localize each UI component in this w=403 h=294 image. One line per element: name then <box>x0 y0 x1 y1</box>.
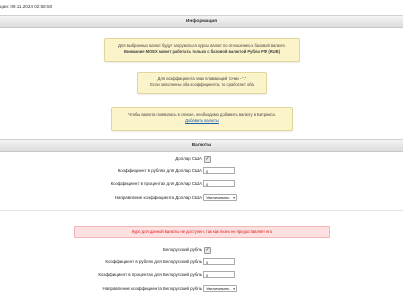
usd-enabled-row: Доллар США ✓ <box>0 154 403 164</box>
chevron-down-icon: ▾ <box>233 287 235 291</box>
usd-enabled-label: Доллар США <box>175 156 202 161</box>
byn-enabled-checkbox[interactable]: ✓ <box>204 247 211 254</box>
byn-direction-row: Направление коэффициента Белорусский руб… <box>0 284 403 294</box>
byn-coef-rub-row: Коэффициент в рублях для Белорусский руб… <box>0 257 403 267</box>
byn-coef-pct-label: Коэффициент в процентах для Белорусский … <box>98 272 202 277</box>
byn-coef-pct-row: Коэффициент в процентах для Белорусский … <box>0 270 403 280</box>
usd-direction-label: Направление коэффициента Доллар США <box>114 195 202 200</box>
byn-direction-label: Направление коэффициента Белорусский руб… <box>102 286 202 291</box>
coefficient-notice-line2: Если заполнены оба коэффициента, то сраб… <box>150 82 254 87</box>
byn-coef-pct-input[interactable]: 0 <box>203 271 235 278</box>
usd-coef-pct-row: Коэффициент в процентах для Доллар США 0 <box>0 179 403 189</box>
unavailable-rate-warning: Курс для данной валюты не доступен, так … <box>74 226 330 238</box>
coefficient-notice-line1: Для коэффициента знак плавающей точки - … <box>157 76 247 81</box>
add-currency-link[interactable]: Добавить валюты <box>185 118 219 123</box>
moex-notice: Для выбранных валют будут загружаться ку… <box>104 38 300 62</box>
coefficient-notice: Для коэффициента знак плавающей точки - … <box>137 72 267 94</box>
byn-coef-rub-label: Коэффициент в рублях для Белорусский руб… <box>105 259 202 264</box>
byn-enabled-label: Белорусский рубль <box>162 247 202 252</box>
usd-direction-select[interactable]: Увеличивать ▾ <box>203 194 237 201</box>
last-update-text: ции: 09.11.2024 02:58:50 <box>0 4 53 9</box>
usd-coef-rub-input[interactable]: 0 <box>203 167 235 174</box>
add-currency-notice: Чтобы валюта появилась в списке, необход… <box>111 107 293 131</box>
usd-direction-value: Увеличивать <box>206 195 230 200</box>
usd-coef-rub-label: Коэффициент в рублях для Доллар США <box>117 168 202 173</box>
usd-coef-pct-label: Коэффициент в процентах для Доллар США <box>110 181 202 186</box>
byn-direction-value: Увеличивать <box>206 286 230 291</box>
add-currency-notice-line1: Чтобы валюта появилась в списке, необход… <box>128 112 276 117</box>
byn-direction-select[interactable]: Увеличивать ▾ <box>203 285 237 292</box>
byn-coef-rub-input[interactable]: 0 <box>203 258 235 265</box>
moex-notice-line1: Для выбранных валют будут загружаться ку… <box>118 43 286 48</box>
section-header-info: Информация <box>0 15 403 28</box>
section-header-currencies: Валюты <box>0 139 403 152</box>
chevron-down-icon: ▾ <box>233 196 235 200</box>
byn-enabled-row: Белорусский рубль ✓ <box>0 245 403 255</box>
usd-enabled-checkbox[interactable]: ✓ <box>204 156 211 163</box>
usd-coef-pct-input[interactable]: 0 <box>203 180 235 187</box>
divider <box>0 210 403 211</box>
usd-coef-rub-row: Коэффициент в рублях для Доллар США 0 <box>0 166 403 176</box>
usd-direction-row: Направление коэффициента Доллар США Увел… <box>0 193 403 203</box>
moex-notice-line2: Внимание МОЕХ может работать только с ба… <box>124 49 280 54</box>
